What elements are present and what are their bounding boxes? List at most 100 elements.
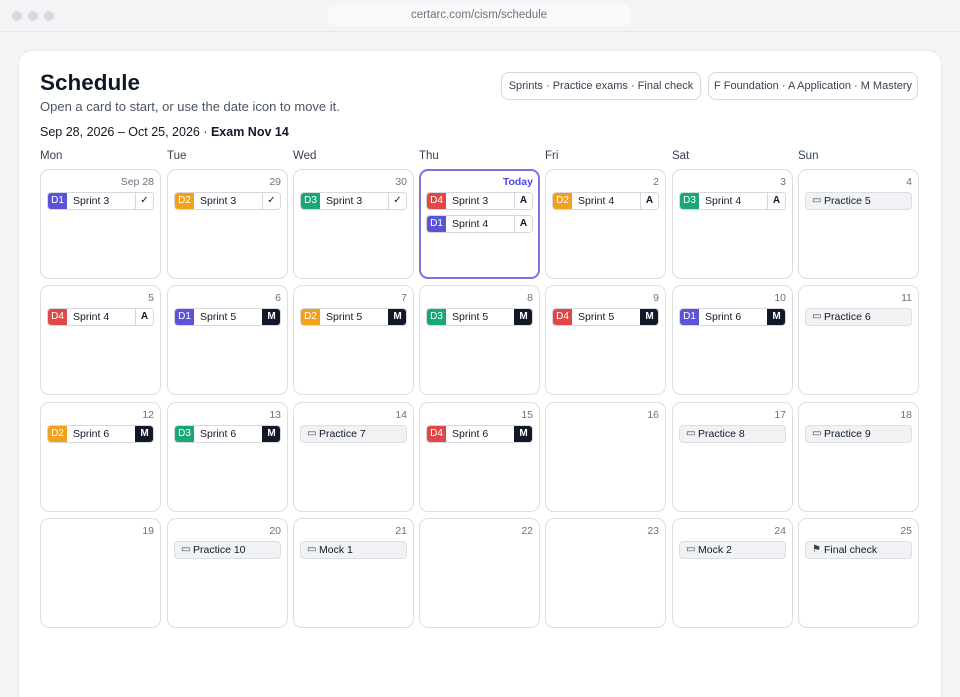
practice-exam-card[interactable]: ▭ Mock 1 (300, 541, 407, 559)
date-icon[interactable]: Sep 28 (121, 176, 154, 188)
date-icon[interactable]: 6 (275, 292, 281, 304)
date-icon[interactable]: 17 (774, 409, 786, 421)
sprint-card[interactable]: D4 Sprint 5 M (552, 308, 659, 326)
date-icon[interactable]: 5 (148, 292, 154, 304)
sprint-card[interactable]: D3 Sprint 4 A (679, 192, 786, 210)
date-icon[interactable]: 23 (647, 525, 659, 537)
exam-sheet-icon: ▭ (812, 195, 822, 206)
day-cell[interactable]: 3 D3 Sprint 4 A (672, 169, 793, 279)
day-cell[interactable]: 29 D2 Sprint 3 ✓ (167, 169, 288, 279)
day-cell[interactable]: 15 D4 Sprint 6 M (419, 402, 540, 512)
date-icon[interactable]: 11 (901, 292, 912, 304)
date-icon[interactable]: 24 (774, 525, 786, 537)
practice-exam-card[interactable]: ▭ Mock 2 (679, 541, 786, 559)
day-cell[interactable]: 23 (545, 518, 666, 628)
day-cell[interactable]: 17 ▭ Practice 8 (672, 402, 793, 512)
sprint-card[interactable]: D1 Sprint 4 A (426, 215, 533, 233)
sprint-label: Sprint 3 (73, 195, 110, 207)
level-badge: A (514, 193, 532, 209)
address-bar[interactable]: certarc.com/cism/schedule (328, 5, 630, 26)
date-icon[interactable]: 30 (395, 176, 407, 188)
day-cell[interactable]: 9 D4 Sprint 5 M (545, 285, 666, 395)
sprint-card[interactable]: D3 Sprint 6 M (174, 425, 281, 443)
date-icon[interactable]: 15 (521, 409, 533, 421)
date-icon[interactable]: Today (503, 176, 533, 188)
day-cell[interactable]: 20 ▭ Practice 10 (167, 518, 288, 628)
date-icon[interactable]: 25 (900, 525, 912, 537)
day-cell[interactable]: 13 D3 Sprint 6 M (167, 402, 288, 512)
sprint-label: Sprint 5 (200, 311, 237, 323)
final-check-card[interactable]: ⚑ Final check (805, 541, 912, 559)
date-icon[interactable]: 29 (269, 176, 281, 188)
day-cell[interactable]: 19 (40, 518, 161, 628)
day-cell[interactable]: 2 D2 Sprint 4 A (545, 169, 666, 279)
day-cell[interactable]: 24 ▭ Mock 2 (672, 518, 793, 628)
sprint-card[interactable]: D2 Sprint 6 M (47, 425, 154, 443)
date-icon[interactable]: 12 (142, 409, 154, 421)
domain-badge: D4 (427, 193, 446, 209)
window-minimize-dot[interactable] (28, 11, 38, 21)
practice-label: Practice 8 (698, 428, 745, 440)
date-icon[interactable]: 16 (647, 409, 659, 421)
window-close-dot[interactable] (12, 11, 22, 21)
day-cell[interactable]: 21 ▭ Mock 1 (293, 518, 414, 628)
sprint-card[interactable]: D1 Sprint 3 ✓ (47, 192, 154, 210)
page-subtitle: Open a card to start, or use the date ic… (40, 99, 340, 114)
window-maximize-dot[interactable] (44, 11, 54, 21)
sprint-card[interactable]: D3 Sprint 3 ✓ (300, 192, 407, 210)
date-icon[interactable]: 7 (401, 292, 407, 304)
day-cell[interactable]: Sep 28 D1 Sprint 3 ✓ (40, 169, 161, 279)
exam-date: Exam Nov 14 (210, 125, 289, 139)
day-cell[interactable]: 7 D2 Sprint 5 M (293, 285, 414, 395)
date-icon[interactable]: 14 (395, 409, 407, 421)
practice-exam-card[interactable]: ▭ Practice 9 (805, 425, 912, 443)
day-cell[interactable]: 22 (419, 518, 540, 628)
sprint-card[interactable]: D2 Sprint 5 M (300, 308, 407, 326)
day-cell[interactable]: 25 ⚑ Final check (798, 518, 919, 628)
practice-exam-card[interactable]: ▭ Practice 7 (300, 425, 407, 443)
date-icon[interactable]: 2 (653, 176, 659, 188)
day-cell[interactable]: 12 D2 Sprint 6 M (40, 402, 161, 512)
day-cell[interactable]: 30 D3 Sprint 3 ✓ (293, 169, 414, 279)
sprint-card[interactable]: D1 Sprint 6 M (679, 308, 786, 326)
practice-exam-card[interactable]: ▭ Practice 5 (805, 192, 912, 210)
day-cell[interactable]: 16 (545, 402, 666, 512)
sprint-card[interactable]: D2 Sprint 3 ✓ (174, 192, 281, 210)
date-icon[interactable]: 10 (774, 292, 786, 304)
day-cell[interactable]: 4 ▭ Practice 5 (798, 169, 919, 279)
date-icon[interactable]: 18 (900, 409, 912, 421)
date-icon[interactable]: 22 (521, 525, 533, 537)
day-cell[interactable]: 10 D1 Sprint 6 M (672, 285, 793, 395)
day-cell[interactable]: 14 ▭ Practice 7 (293, 402, 414, 512)
date-icon[interactable]: 3 (780, 176, 786, 188)
sprint-card[interactable]: D2 Sprint 4 A (552, 192, 659, 210)
date-icon[interactable]: 20 (269, 525, 281, 537)
domain-badge: D2 (553, 193, 572, 209)
exam-sheet-icon: ▭ (181, 544, 191, 555)
day-cell-today[interactable]: Today D4 Sprint 3 A D1 Sprint 4 A (419, 169, 540, 279)
sprint-card[interactable]: D4 Sprint 3 A (426, 192, 533, 210)
date-range-text: Sep 28, 2026 – Oct 25, 2026 · (40, 125, 211, 139)
sprint-card[interactable]: D3 Sprint 5 M (426, 308, 533, 326)
practice-exam-card[interactable]: ▭ Practice 8 (679, 425, 786, 443)
date-icon[interactable]: 21 (395, 525, 407, 537)
checkmark-icon: ✓ (135, 193, 153, 209)
sprint-card[interactable]: D1 Sprint 5 M (174, 308, 281, 326)
day-cell[interactable]: 11 ▭ Practice 6 (798, 285, 919, 395)
date-icon[interactable]: 13 (269, 409, 281, 421)
practice-exam-card[interactable]: ▭ Practice 6 (805, 308, 912, 326)
sprint-card[interactable]: D4 Sprint 4 A (47, 308, 154, 326)
day-cell[interactable]: 5 D4 Sprint 4 A (40, 285, 161, 395)
date-icon[interactable]: 19 (142, 525, 154, 537)
date-icon[interactable]: 4 (906, 176, 912, 188)
day-cell[interactable]: 6 D1 Sprint 5 M (167, 285, 288, 395)
sprint-card[interactable]: D4 Sprint 6 M (426, 425, 533, 443)
day-cell[interactable]: 18 ▭ Practice 9 (798, 402, 919, 512)
date-icon[interactable]: 9 (653, 292, 659, 304)
day-cell[interactable]: 8 D3 Sprint 5 M (419, 285, 540, 395)
sprint-label: Sprint 5 (452, 311, 489, 323)
practice-exam-card[interactable]: ▭ Practice 10 (174, 541, 281, 559)
date-icon[interactable]: 8 (527, 292, 533, 304)
level-badge: M (262, 426, 280, 442)
domain-badge: D2 (48, 426, 67, 442)
